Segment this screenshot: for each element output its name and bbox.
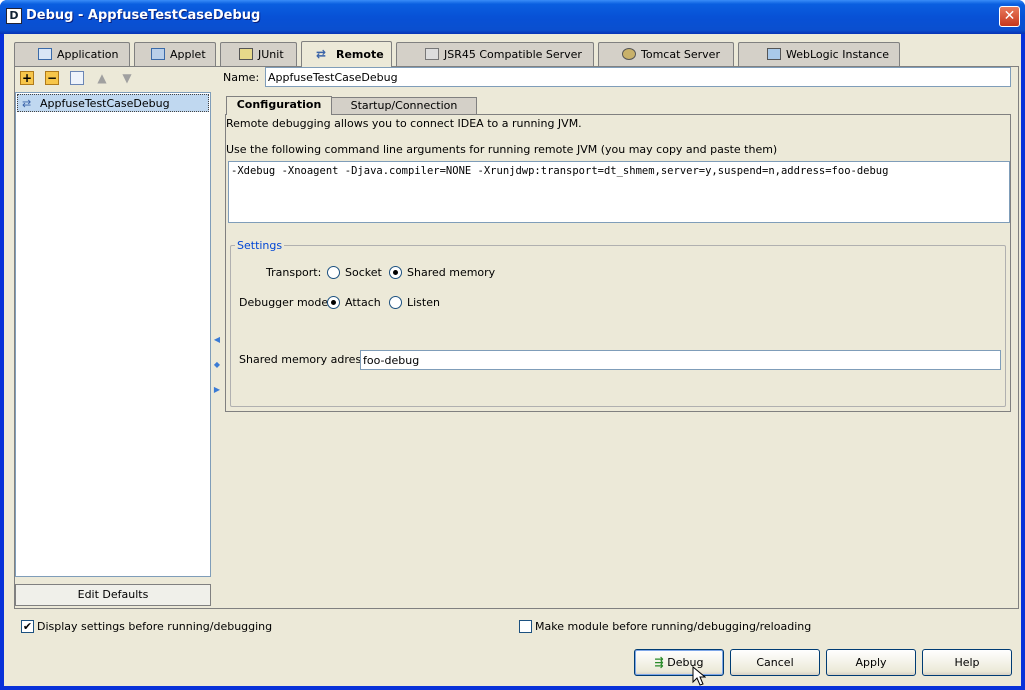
transport-shared-memory-radio[interactable] <box>389 266 402 279</box>
copy-icon[interactable] <box>70 71 84 85</box>
transport-shared-memory-label: Shared memory <box>407 266 496 279</box>
help-button[interactable]: Help <box>922 649 1012 676</box>
remote-icon: ⇄ <box>22 97 32 110</box>
title-bar[interactable]: D Debug - AppfuseTestCaseDebug ✕ <box>0 0 1025 34</box>
mode-attach-label: Attach <box>345 296 381 309</box>
weblogic-icon <box>767 48 781 60</box>
close-icon: ✕ <box>1003 8 1016 24</box>
make-module-checkbox[interactable] <box>519 620 532 633</box>
application-icon <box>38 48 52 60</box>
transport-socket-label: Socket <box>345 266 382 279</box>
remote-icon: ⇄ <box>316 47 327 61</box>
display-settings-label: Display settings before running/debuggin… <box>37 620 273 633</box>
jsr45-icon <box>425 48 439 60</box>
tomcat-icon <box>622 48 636 60</box>
args-label: Use the following command line arguments… <box>226 143 778 156</box>
tab-weblogic[interactable]: WebLogic Instance <box>738 42 900 66</box>
mode-listen-label: Listen <box>407 296 440 309</box>
tab-configuration[interactable]: Configuration <box>226 96 332 115</box>
window-title: Debug - AppfuseTestCaseDebug <box>26 8 261 23</box>
tab-junit[interactable]: JUnit <box>220 42 297 66</box>
arrow-down-icon[interactable]: ▼ <box>120 71 134 85</box>
config-list[interactable]: ⇄ AppfuseTestCaseDebug <box>15 92 211 577</box>
settings-group: Settings Transport: Socket Shared memory… <box>230 239 1006 407</box>
command-line-args[interactable]: -Xdebug -Xnoagent -Djava.compiler=NONE -… <box>228 161 1010 223</box>
arrow-up-icon[interactable]: ▲ <box>95 71 109 85</box>
close-button[interactable]: ✕ <box>999 6 1020 27</box>
mode-attach-radio[interactable] <box>327 296 340 309</box>
tab-application[interactable]: Application <box>14 42 130 66</box>
settings-legend: Settings <box>235 239 285 252</box>
apply-button[interactable]: Apply <box>826 649 916 676</box>
dialog-window: D Debug - AppfuseTestCaseDebug ✕ Applica… <box>0 0 1025 690</box>
dialog-client: Application Applet JUnit ⇄ Remote JSR45 … <box>4 34 1021 686</box>
app-icon: D <box>6 8 22 24</box>
shared-memory-label: Shared memory adress: <box>239 353 371 366</box>
splitter-handle[interactable]: ◀ ◆ ▶ <box>212 327 222 402</box>
configuration-panel: Remote debugging allows you to connect I… <box>225 114 1011 412</box>
transport-socket-radio[interactable] <box>327 266 340 279</box>
tab-applet[interactable]: Applet <box>134 42 216 66</box>
remote-tab-panel: + − ▲ ▼ ⇄ AppfuseTestCaseDebug Edit Defa… <box>14 66 1019 609</box>
display-settings-checkbox[interactable]: ✔ <box>21 620 34 633</box>
add-icon[interactable]: + <box>20 71 34 85</box>
name-label: Name: <box>223 71 260 84</box>
cancel-button[interactable]: Cancel <box>730 649 820 676</box>
run-config-tabs: Application Applet JUnit ⇄ Remote JSR45 … <box>14 41 1021 67</box>
shared-memory-input[interactable] <box>360 350 1001 370</box>
tab-remote[interactable]: ⇄ Remote <box>301 41 392 67</box>
transport-label: Transport: <box>266 266 322 279</box>
debugger-mode-label: Debugger mode: <box>239 296 332 309</box>
mouse-cursor-icon <box>692 666 706 686</box>
tab-tomcat[interactable]: Tomcat Server <box>598 42 734 66</box>
mode-listen-radio[interactable] <box>389 296 402 309</box>
tab-jsr45[interactable]: JSR45 Compatible Server <box>396 42 594 66</box>
debug-icon: ⇶ <box>654 656 664 669</box>
edit-defaults-button[interactable]: Edit Defaults <box>15 584 211 606</box>
tab-startup-connection[interactable]: Startup/Connection <box>331 97 477 115</box>
junit-icon <box>239 48 253 60</box>
debug-button[interactable]: ⇶ Debug <box>634 649 724 676</box>
make-module-label: Make module before running/debugging/rel… <box>535 620 812 633</box>
list-item[interactable]: ⇄ AppfuseTestCaseDebug <box>17 94 209 112</box>
applet-icon <box>151 48 165 60</box>
intro-text: Remote debugging allows you to connect I… <box>226 117 582 130</box>
name-input[interactable] <box>265 67 1011 87</box>
remove-icon[interactable]: − <box>45 71 59 85</box>
